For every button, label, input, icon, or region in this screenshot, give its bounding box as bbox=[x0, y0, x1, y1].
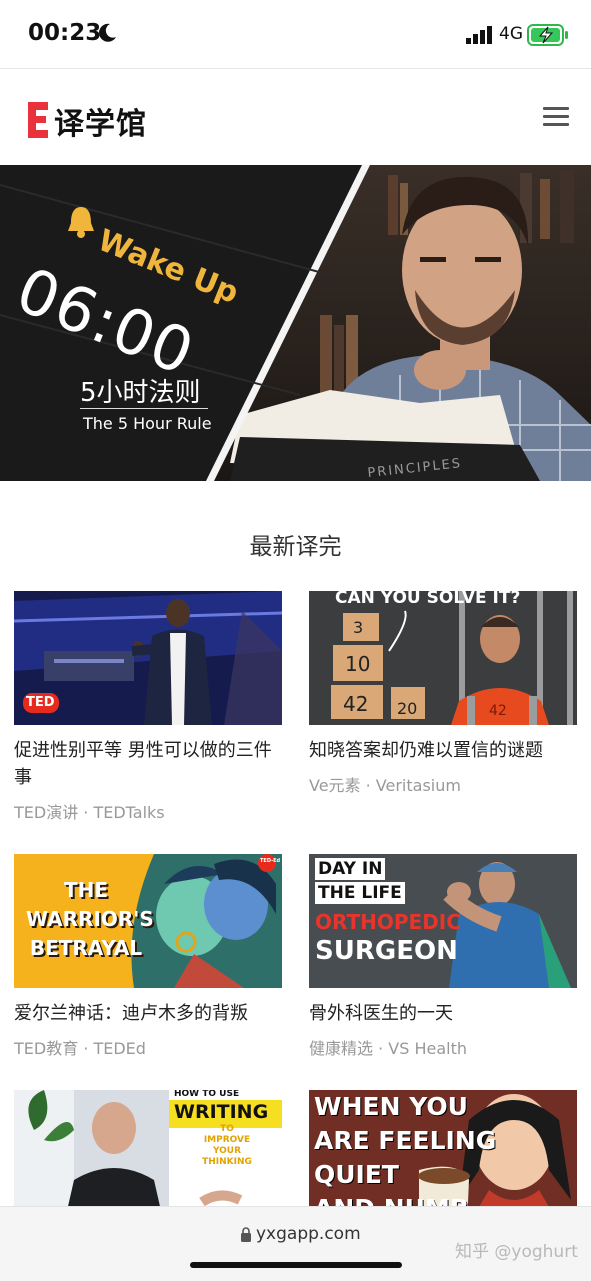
app-header: 译学馆 bbox=[0, 69, 591, 165]
thumb-title: THE WARRIOR'S BETRAYAL bbox=[26, 876, 154, 963]
box-label: 20 bbox=[397, 699, 418, 718]
thumb-title-line: IMPROVE bbox=[203, 1135, 251, 1145]
thumb-title: CAN YOU SOLVE IT? bbox=[335, 591, 521, 608]
status-time: 00:23 bbox=[28, 20, 102, 46]
url-text[interactable]: yxgapp.com bbox=[256, 1224, 361, 1244]
video-thumbnail[interactable]: HOW TO USE WRITING TO IMPROVE YOUR THINK… bbox=[14, 1090, 282, 1224]
video-thumbnail[interactable]: THE WARRIOR'S BETRAYAL TED-Ed bbox=[14, 854, 282, 988]
thumb-title-line: WHEN YOU bbox=[314, 1092, 468, 1121]
box-label: 10 bbox=[345, 652, 371, 676]
thumb-title: DAY IN THE LIFE ORTHOPEDIC SURGEON bbox=[315, 858, 461, 966]
moon-icon bbox=[99, 23, 116, 42]
thumb-title-line: THE bbox=[63, 878, 109, 902]
video-thumbnail[interactable]: DAY IN THE LIFE ORTHOPEDIC SURGEON bbox=[309, 854, 577, 988]
video-meta: TED教育 · TEDEd bbox=[14, 1039, 146, 1058]
video-card[interactable]: CAN YOU SOLVE IT? 3 10 42 20 42 知晓答案却仍难以… bbox=[309, 591, 577, 796]
ted-logo: TED bbox=[26, 695, 55, 710]
status-bar: 00:23 4G bbox=[0, 0, 591, 69]
video-meta: Ve元素 · Veritasium bbox=[309, 776, 461, 795]
thumb-title: HOW TO USE WRITING TO IMPROVE YOUR THINK… bbox=[174, 1090, 280, 1168]
thumb-title-line: ARE FEELING bbox=[314, 1126, 497, 1155]
thumb-title-line: WARRIOR'S bbox=[26, 907, 154, 931]
video-thumbnail[interactable]: TED bbox=[14, 591, 282, 725]
network-label: 4G bbox=[499, 24, 523, 44]
home-indicator[interactable] bbox=[190, 1262, 402, 1268]
thumb-title-line: TO bbox=[220, 1124, 234, 1134]
thumb-title: WHEN YOU ARE FEELING QUIET AND NUMB bbox=[314, 1090, 496, 1224]
lock-icon bbox=[241, 1227, 251, 1242]
video-meta: TED演讲 · TEDTalks bbox=[14, 803, 165, 822]
video-card[interactable]: WHEN YOU ARE FEELING QUIET AND NUMB bbox=[309, 1090, 577, 1224]
hamburger-menu-icon[interactable] bbox=[543, 107, 569, 129]
thumb-title-line: BETRAYAL bbox=[29, 936, 143, 960]
hero-title-divider bbox=[80, 408, 208, 409]
ted-ed-logo: TED-Ed bbox=[260, 858, 281, 864]
battery-charging-icon bbox=[527, 24, 568, 46]
video-title[interactable]: 知晓答案却仍难以置信的谜题 bbox=[309, 737, 577, 764]
thumb-title-line: QUIET bbox=[314, 1160, 399, 1189]
thumb-title-line: ORTHOPEDIC bbox=[315, 910, 461, 934]
video-meta: 健康精选 · VS Health bbox=[309, 1039, 467, 1058]
video-thumbnail[interactable]: WHEN YOU ARE FEELING QUIET AND NUMB bbox=[309, 1090, 577, 1224]
section-title: 最新译完 bbox=[249, 534, 342, 560]
jersey-number: 42 bbox=[489, 703, 507, 719]
thumb-title-line: YOUR bbox=[212, 1146, 242, 1156]
logo-text[interactable]: 译学馆 bbox=[54, 99, 147, 143]
watermark: 知乎 @yoghurt bbox=[455, 1242, 578, 1262]
video-card[interactable]: THE WARRIOR'S BETRAYAL TED-Ed 爱尔兰神话：迪卢木多… bbox=[14, 854, 282, 1059]
video-card[interactable]: TED 促进性别平等 男性可以做的三件事 TED演讲 · TEDTalks bbox=[14, 591, 282, 823]
thumb-title-line: HOW TO USE bbox=[174, 1090, 240, 1099]
bell-icon bbox=[68, 207, 94, 238]
signal-icon bbox=[466, 26, 492, 44]
video-title[interactable]: 促进性别平等 男性可以做的三件事 bbox=[14, 737, 282, 791]
thumb-title-line: THE LIFE bbox=[315, 882, 405, 904]
video-thumbnail[interactable]: CAN YOU SOLVE IT? 3 10 42 20 42 bbox=[309, 591, 577, 725]
browser-url-bar[interactable]: yxgapp.com 知乎 @yoghurt bbox=[0, 1206, 591, 1281]
video-card[interactable]: HOW TO USE WRITING TO IMPROVE YOUR THINK… bbox=[14, 1090, 282, 1224]
video-title[interactable]: 骨外科医生的一天 bbox=[309, 1000, 577, 1027]
thumb-title-line: SURGEON bbox=[315, 936, 458, 966]
thumb-title-line: THINKING bbox=[202, 1157, 252, 1167]
hero-title-cn: 5小时法则 bbox=[80, 378, 201, 408]
hero-banner[interactable]: PRINCIPLES Wake Up 06:00 5小时法则 The 5 Hou… bbox=[0, 165, 591, 481]
hero-title-en: The 5 Hour Rule bbox=[83, 414, 212, 433]
video-title[interactable]: 爱尔兰神话：迪卢木多的背叛 bbox=[14, 1000, 282, 1027]
box-label: 3 bbox=[353, 618, 364, 637]
logo-mark[interactable] bbox=[28, 102, 48, 138]
box-label: 42 bbox=[343, 692, 369, 716]
video-card[interactable]: DAY IN THE LIFE ORTHOPEDIC SURGEON 骨外科医生… bbox=[309, 854, 577, 1059]
thumb-title-line: DAY IN bbox=[315, 858, 386, 880]
thumb-title-line: WRITING bbox=[174, 1101, 269, 1123]
